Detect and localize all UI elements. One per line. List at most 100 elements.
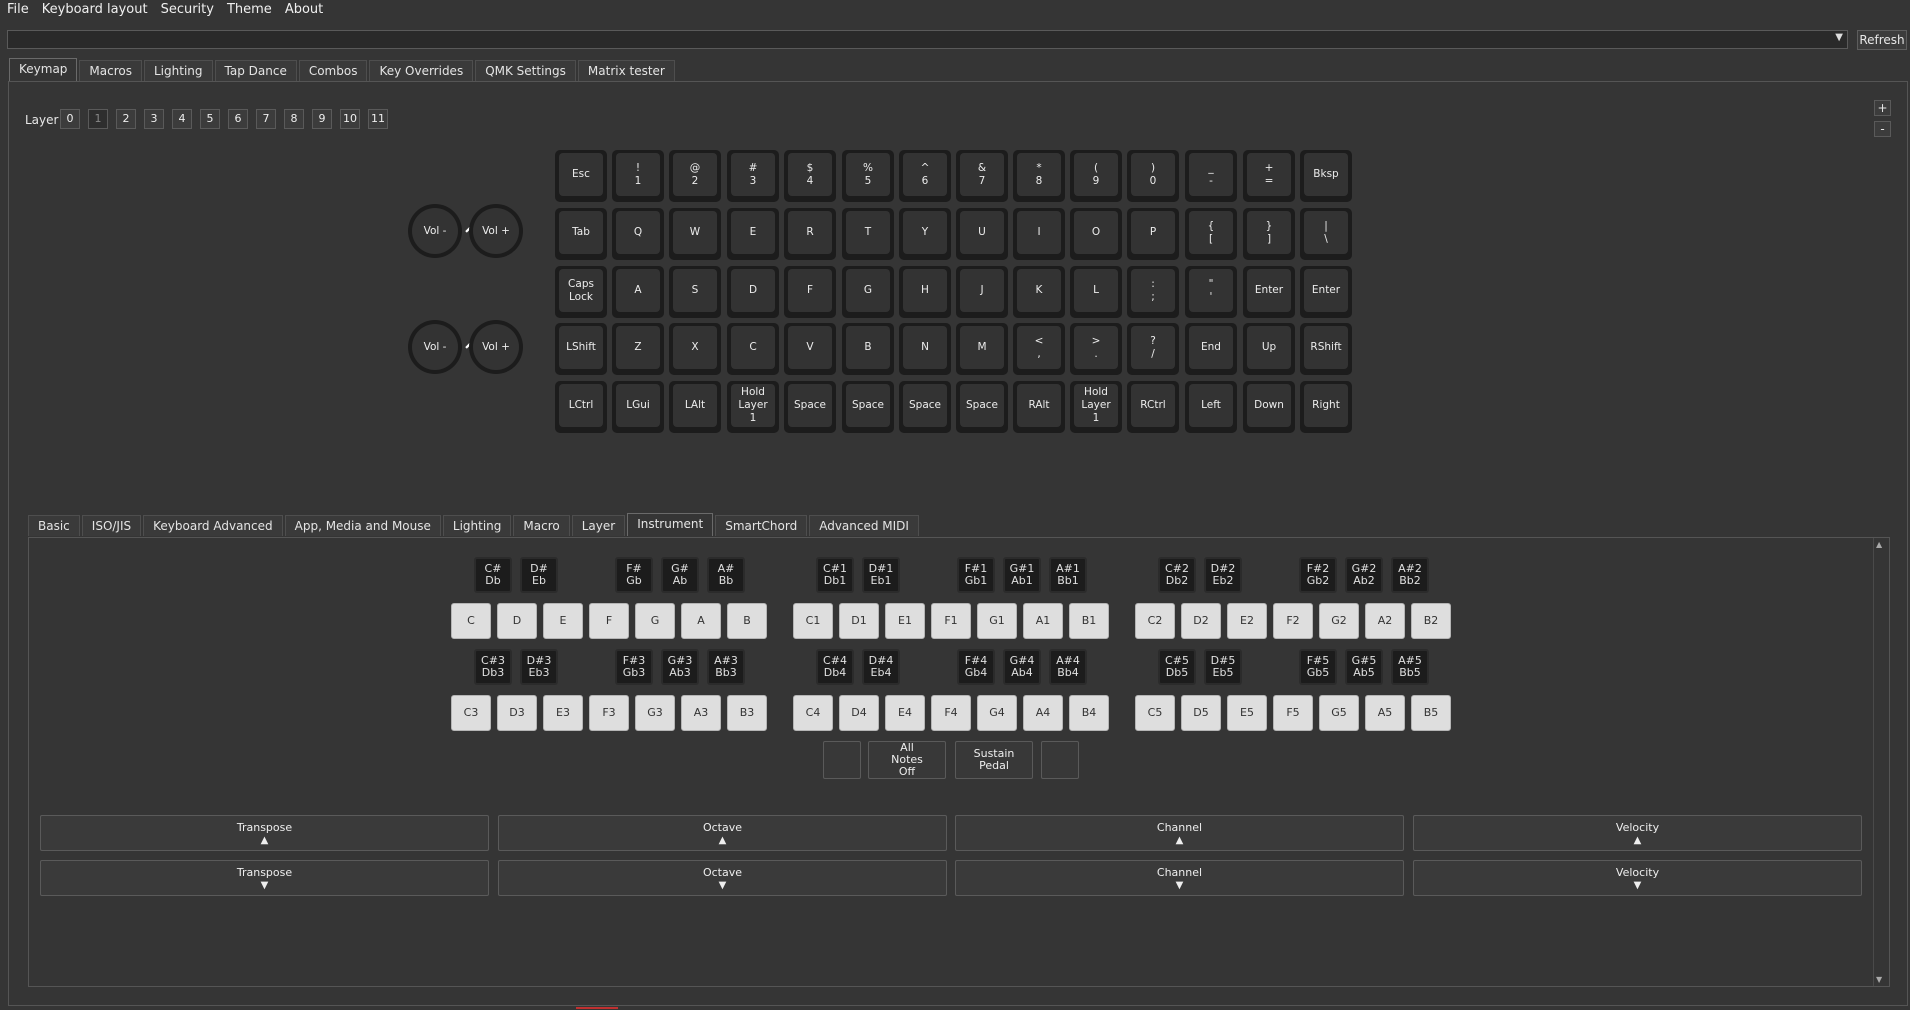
tab-qmk-settings[interactable]: QMK Settings xyxy=(475,60,576,81)
key[interactable]: # 3 xyxy=(727,150,779,202)
key[interactable]: ) 0 xyxy=(1127,150,1179,202)
piano-white-key[interactable]: E4 xyxy=(885,695,925,731)
octave-down-button[interactable]: Octave ▼ xyxy=(498,860,947,896)
keycode-tab-advanced-midi[interactable]: Advanced MIDI xyxy=(809,515,919,536)
piano-black-key[interactable]: G#5 Ab5 xyxy=(1345,649,1383,685)
piano-black-key[interactable]: C#5 Db5 xyxy=(1158,649,1196,685)
piano-white-key[interactable]: A1 xyxy=(1023,603,1063,639)
piano-black-key[interactable]: F#2 Gb2 xyxy=(1299,557,1337,593)
tab-key-overrides[interactable]: Key Overrides xyxy=(369,60,474,81)
piano-white-key[interactable]: E3 xyxy=(543,695,583,731)
key[interactable]: Q xyxy=(612,208,664,260)
piano-white-key[interactable]: C2 xyxy=(1135,603,1175,639)
piano-black-key[interactable]: A#1 Bb1 xyxy=(1049,557,1087,593)
keycode-tab-keyboard-advanced[interactable]: Keyboard Advanced xyxy=(143,515,283,536)
key[interactable]: ! 1 xyxy=(612,150,664,202)
piano-white-key[interactable]: D3 xyxy=(497,695,537,731)
piano-white-key[interactable]: G1 xyxy=(977,603,1017,639)
piano-white-key[interactable]: E1 xyxy=(885,603,925,639)
key[interactable]: RCtrl xyxy=(1127,381,1179,433)
transpose-up-button[interactable]: Transpose ▲ xyxy=(40,815,489,851)
piano-white-key[interactable]: A5 xyxy=(1365,695,1405,731)
key[interactable]: { [ xyxy=(1185,208,1237,260)
all-notes-off-button[interactable]: All Notes Off xyxy=(868,741,946,779)
piano-black-key[interactable]: D#1 Eb1 xyxy=(862,557,900,593)
keycode-tab-layer[interactable]: Layer xyxy=(571,515,626,536)
piano-white-key[interactable]: C5 xyxy=(1135,695,1175,731)
key[interactable]: P xyxy=(1127,208,1179,260)
layer-button-10[interactable]: 10 xyxy=(340,109,360,129)
menu-security[interactable]: Security xyxy=(154,0,220,20)
piano-white-key[interactable]: G xyxy=(635,603,675,639)
piano-white-key[interactable]: A4 xyxy=(1023,695,1063,731)
scroll-up-icon[interactable]: ▲ xyxy=(1876,540,1882,549)
piano-white-key[interactable]: F1 xyxy=(931,603,971,639)
piano-white-key[interactable]: A2 xyxy=(1365,603,1405,639)
octave-up-button[interactable]: Octave ▲ xyxy=(498,815,947,851)
tab-matrix-tester[interactable]: Matrix tester xyxy=(577,60,675,81)
piano-black-key[interactable]: C#2 Db2 xyxy=(1158,557,1196,593)
key[interactable]: _ - xyxy=(1185,150,1237,202)
piano-black-key[interactable]: C#1 Db1 xyxy=(816,557,854,593)
key[interactable]: LShift xyxy=(555,323,607,375)
key[interactable]: H xyxy=(899,266,951,318)
key[interactable]: * 8 xyxy=(1013,150,1065,202)
key[interactable]: Y xyxy=(899,208,951,260)
piano-black-key[interactable]: A# Bb xyxy=(707,557,745,593)
key[interactable]: LGui xyxy=(612,381,664,433)
piano-white-key[interactable]: E2 xyxy=(1227,603,1267,639)
key[interactable]: Down xyxy=(1243,381,1295,433)
key[interactable]: + = xyxy=(1243,150,1295,202)
sustain-pedal-button[interactable]: Sustain Pedal xyxy=(955,741,1033,779)
layer-button-5[interactable]: 5 xyxy=(200,109,220,129)
layer-button-1[interactable]: 1 xyxy=(88,109,108,129)
key[interactable]: J xyxy=(956,266,1008,318)
key[interactable]: < , xyxy=(1013,323,1065,375)
layer-button-8[interactable]: 8 xyxy=(284,109,304,129)
key[interactable]: K xyxy=(1013,266,1065,318)
piano-white-key[interactable]: B3 xyxy=(727,695,767,731)
piano-black-key[interactable]: D# Eb xyxy=(520,557,558,593)
key[interactable]: RShift xyxy=(1300,323,1352,375)
refresh-button[interactable]: Refresh xyxy=(1857,30,1907,50)
key[interactable]: Left xyxy=(1185,381,1237,433)
key[interactable]: Tab xyxy=(555,208,607,260)
piano-black-key[interactable]: A#4 Bb4 xyxy=(1049,649,1087,685)
key[interactable]: RAlt xyxy=(1013,381,1065,433)
key[interactable]: Caps Lock xyxy=(555,266,607,318)
piano-black-key[interactable]: D#2 Eb2 xyxy=(1204,557,1242,593)
piano-black-key[interactable]: G# Ab xyxy=(661,557,699,593)
key[interactable]: : ; xyxy=(1127,266,1179,318)
key[interactable]: ^ 6 xyxy=(899,150,951,202)
key[interactable]: ? / xyxy=(1127,323,1179,375)
vertical-scrollbar[interactable]: ▲ ▼ xyxy=(1873,538,1887,986)
key[interactable]: Enter xyxy=(1243,266,1295,318)
key[interactable]: O xyxy=(1070,208,1122,260)
key[interactable]: & 7 xyxy=(956,150,1008,202)
key[interactable]: Space xyxy=(956,381,1008,433)
key[interactable]: Space xyxy=(899,381,951,433)
keycode-tab-lighting[interactable]: Lighting xyxy=(442,515,512,536)
piano-white-key[interactable]: D5 xyxy=(1181,695,1221,731)
key[interactable]: T xyxy=(842,208,894,260)
tab-tap-dance[interactable]: Tap Dance xyxy=(214,60,297,81)
piano-white-key[interactable]: A xyxy=(681,603,721,639)
piano-white-key[interactable]: B xyxy=(727,603,767,639)
key[interactable]: | \ xyxy=(1300,208,1352,260)
piano-white-key[interactable]: G4 xyxy=(977,695,1017,731)
key[interactable]: Z xyxy=(612,323,664,375)
piano-white-key[interactable]: G3 xyxy=(635,695,675,731)
layer-button-6[interactable]: 6 xyxy=(228,109,248,129)
key[interactable]: I xyxy=(1013,208,1065,260)
menu-keyboard-layout[interactable]: Keyboard layout xyxy=(35,0,154,20)
key[interactable]: LAlt xyxy=(669,381,721,433)
key[interactable]: V xyxy=(784,323,836,375)
piano-white-key[interactable]: D4 xyxy=(839,695,879,731)
velocity-up-button[interactable]: Velocity ▲ xyxy=(1413,815,1862,851)
key[interactable]: } ] xyxy=(1243,208,1295,260)
key[interactable]: B xyxy=(842,323,894,375)
layer-button-11[interactable]: 11 xyxy=(368,109,388,129)
channel-up-button[interactable]: Channel ▲ xyxy=(955,815,1404,851)
tab-macros[interactable]: Macros xyxy=(79,60,142,81)
piano-black-key[interactable]: C#4 Db4 xyxy=(816,649,854,685)
